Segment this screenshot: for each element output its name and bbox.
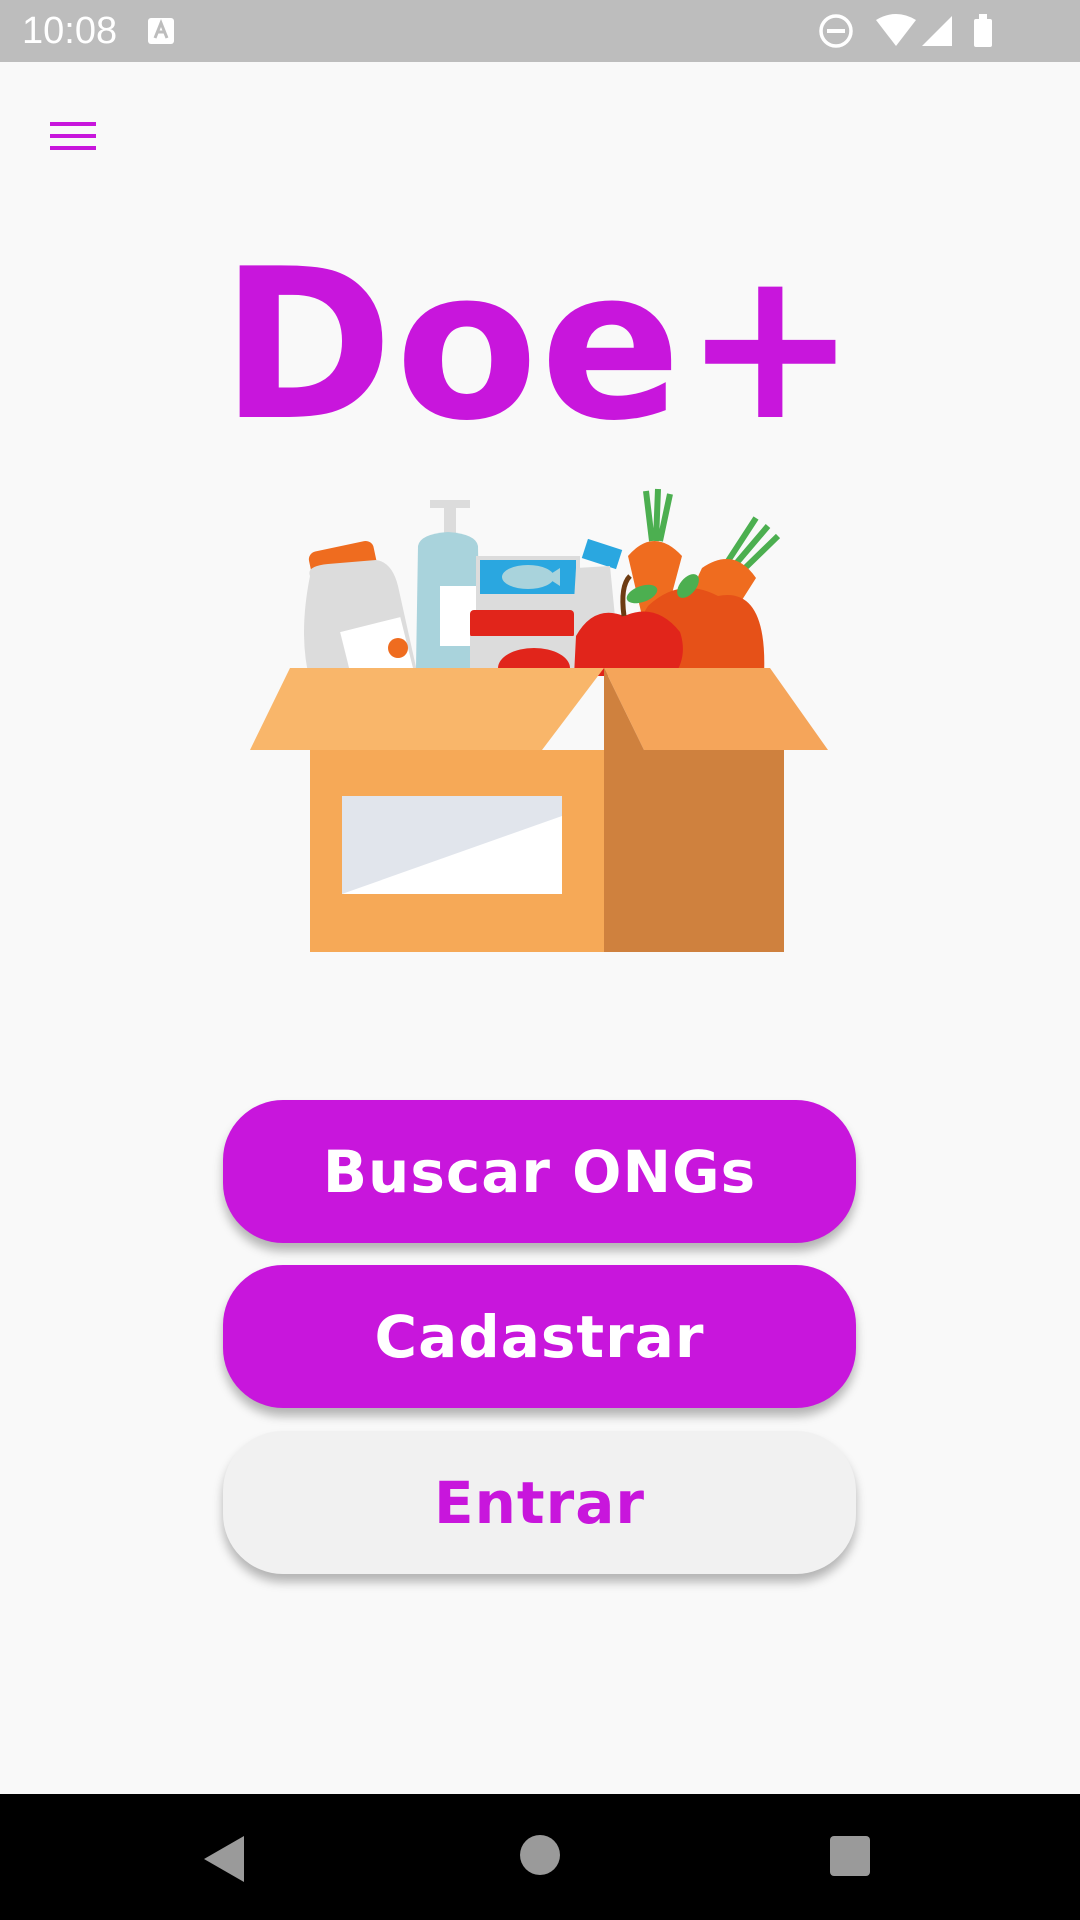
recents-icon[interactable] <box>830 1836 870 1876</box>
app-title: Doe+ <box>220 225 860 467</box>
battery-icon <box>974 14 992 47</box>
box-illustration <box>250 668 828 952</box>
a-notification-icon <box>148 18 174 44</box>
menu-button[interactable] <box>36 104 110 168</box>
do-not-disturb-icon <box>819 14 853 48</box>
donation-box-illustration <box>250 488 828 952</box>
signal-icon <box>922 16 952 46</box>
status-time: 10:08 <box>22 10 118 52</box>
login-button[interactable]: Entrar <box>223 1431 856 1574</box>
register-button[interactable]: Cadastrar <box>223 1265 856 1408</box>
status-bar: 10:08 <box>0 0 1080 62</box>
home-icon[interactable] <box>520 1835 560 1875</box>
pill-bottle-illustration <box>304 540 418 687</box>
hamburger-menu-icon <box>50 122 96 150</box>
search-ngos-button[interactable]: Buscar ONGs <box>223 1100 856 1243</box>
back-icon[interactable] <box>200 1834 248 1884</box>
wifi-icon <box>876 14 916 46</box>
navigation-bar <box>0 1794 1080 1920</box>
status-icons <box>819 14 992 48</box>
